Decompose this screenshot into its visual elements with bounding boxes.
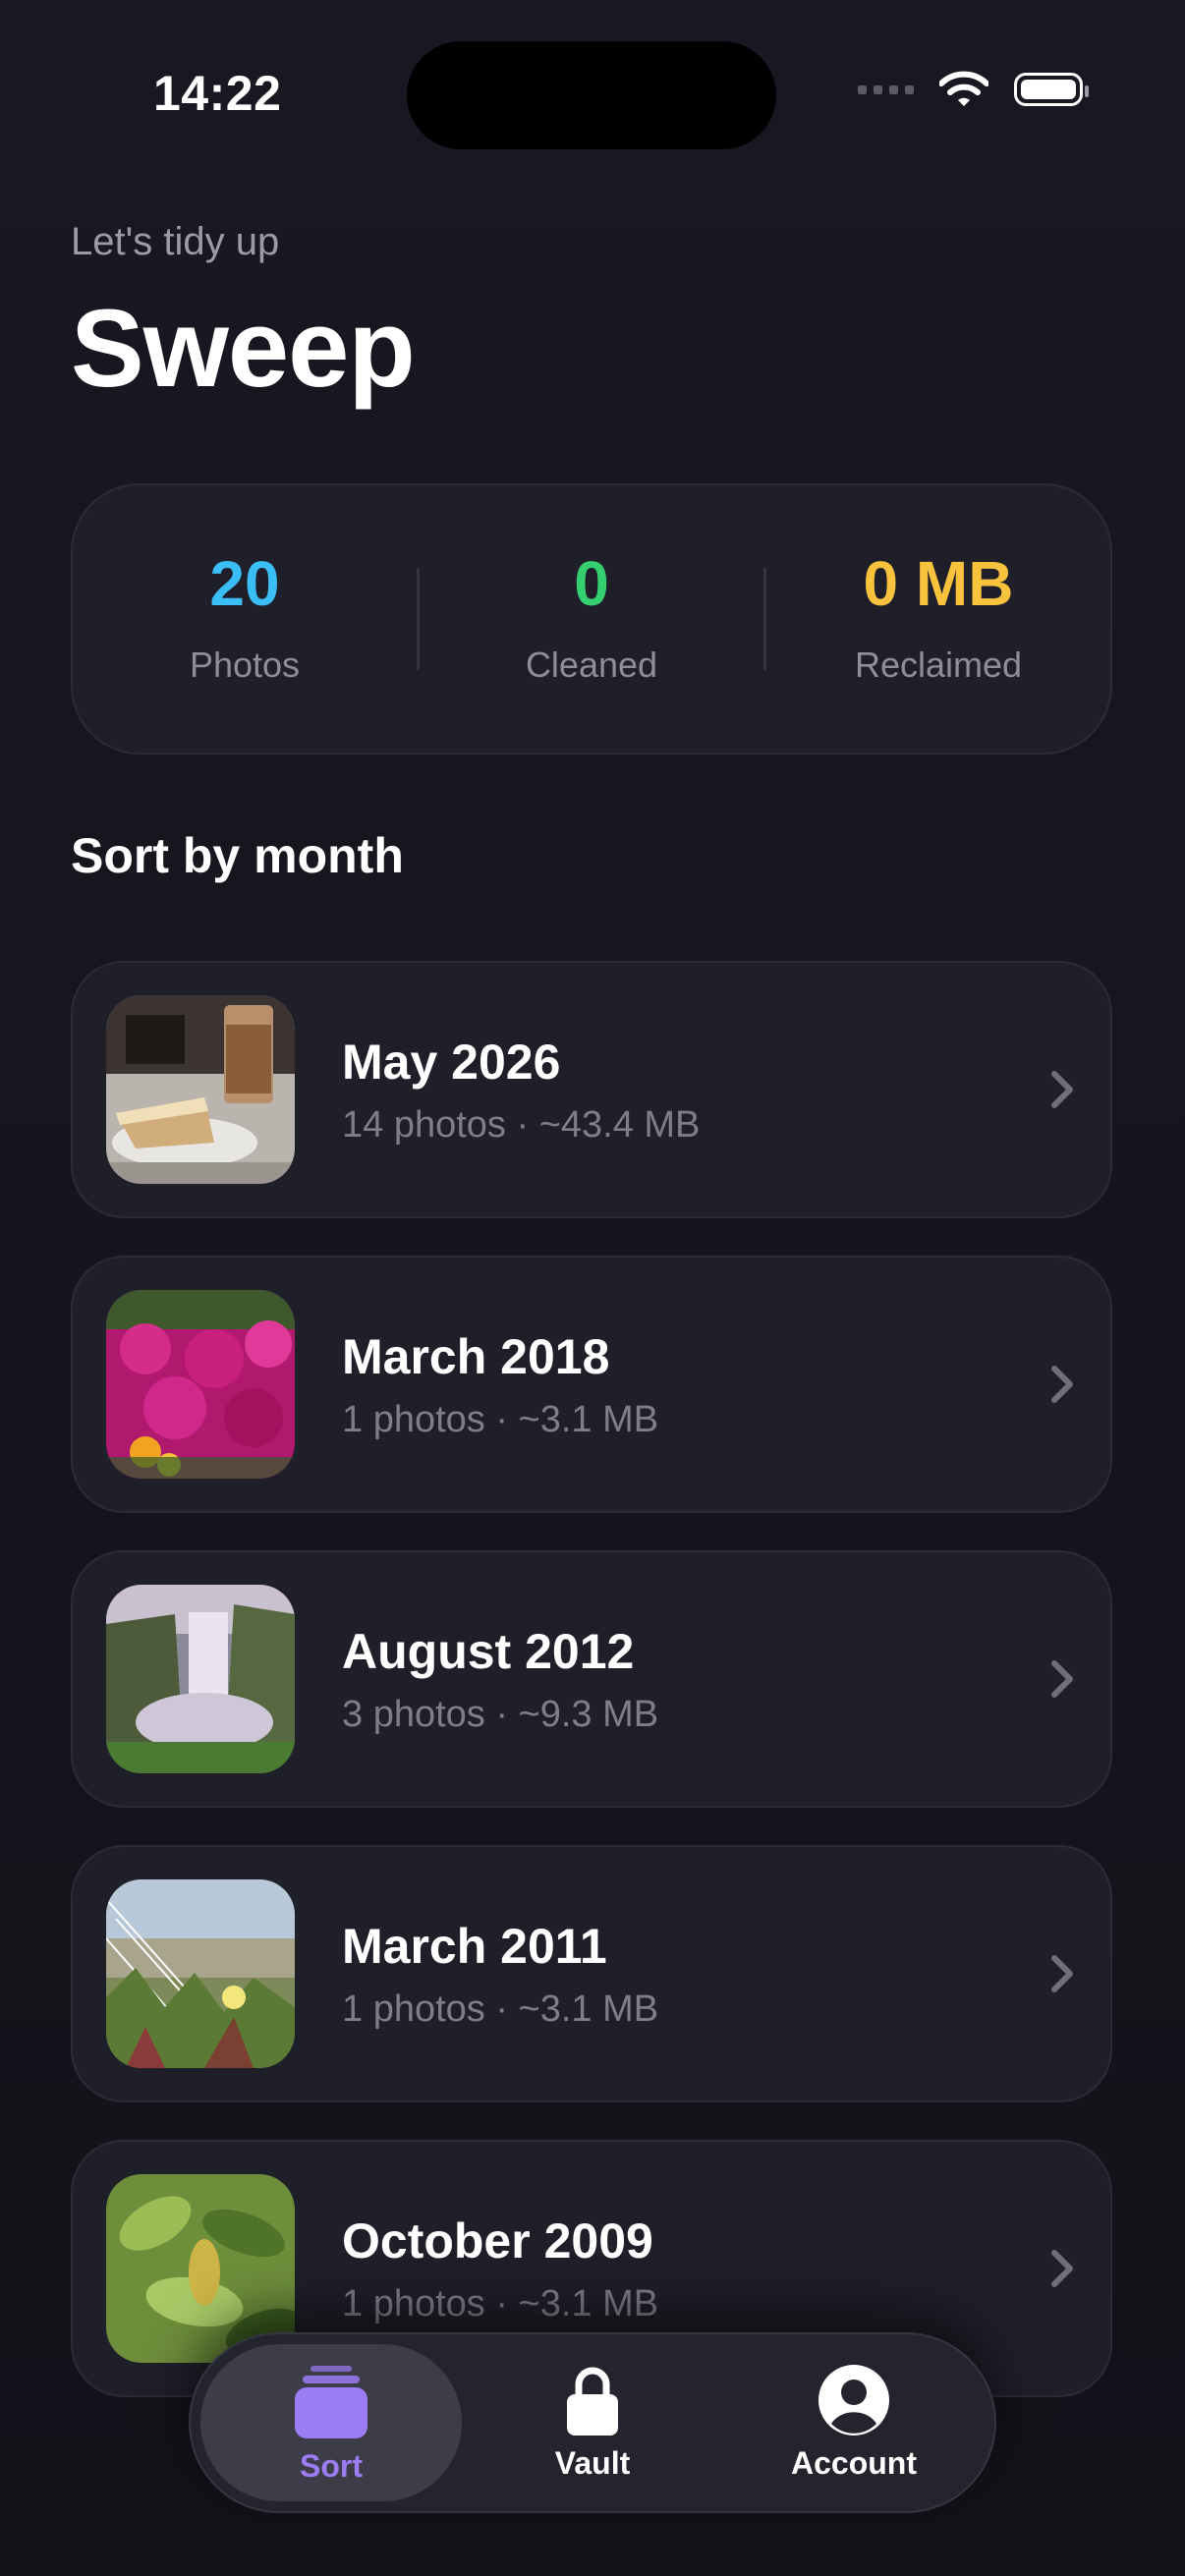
tab-label: Account bbox=[791, 2444, 917, 2481]
stat-value: 0 MB bbox=[863, 548, 1014, 619]
account-icon bbox=[818, 2364, 889, 2436]
month-list: May 2026 14 photos · ~43.4 MB March 2018 bbox=[71, 961, 1112, 2435]
month-card-march-2018[interactable]: March 2018 1 photos · ~3.1 MB bbox=[71, 1256, 1112, 1513]
tab-label: Vault bbox=[554, 2444, 631, 2481]
month-title: March 2018 bbox=[342, 1328, 610, 1384]
stat-label: Photos bbox=[189, 644, 301, 685]
chevron-right-icon bbox=[1051, 2250, 1073, 2287]
month-title: August 2012 bbox=[342, 1623, 635, 1679]
tab-account[interactable]: Account bbox=[723, 2344, 985, 2501]
month-meta: 14 photos · ~43.4 MB bbox=[342, 1103, 701, 1146]
chevron-right-icon bbox=[1051, 1071, 1073, 1108]
month-thumbnail bbox=[106, 1585, 295, 1773]
stat-label: Reclaimed bbox=[854, 644, 1023, 685]
month-thumbnail bbox=[106, 1290, 295, 1479]
stat-photos: 20 Photos bbox=[73, 552, 417, 686]
month-title: October 2009 bbox=[342, 2212, 653, 2268]
month-title: March 2011 bbox=[342, 1918, 607, 1974]
month-card-may-2026[interactable]: May 2026 14 photos · ~43.4 MB bbox=[71, 961, 1112, 1218]
battery-icon bbox=[1014, 73, 1089, 106]
page-title: Sweep bbox=[71, 287, 416, 410]
month-thumbnail bbox=[106, 1879, 295, 2068]
stat-reclaimed: 0 MB Reclaimed bbox=[766, 552, 1110, 686]
tab-bar: Sort Vault Account bbox=[189, 2332, 996, 2513]
page-subtitle: Let's tidy up bbox=[71, 220, 280, 263]
section-title: Sort by month bbox=[71, 828, 404, 883]
month-card-august-2012[interactable]: August 2012 3 photos · ~9.3 MB bbox=[71, 1550, 1112, 1808]
tab-label: Sort bbox=[300, 2447, 363, 2484]
stat-label: Cleaned bbox=[525, 644, 658, 685]
month-thumbnail bbox=[106, 995, 295, 1184]
month-title: May 2026 bbox=[342, 1034, 561, 1090]
lock-icon bbox=[567, 2367, 618, 2436]
tab-sort[interactable]: Sort bbox=[200, 2344, 462, 2501]
stat-value: 0 bbox=[574, 548, 609, 619]
stack-icon bbox=[295, 2365, 367, 2438]
status-icons bbox=[858, 71, 1089, 108]
stat-cleaned: 0 Cleaned bbox=[420, 552, 763, 686]
month-meta: 1 photos · ~3.1 MB bbox=[342, 1398, 659, 1440]
stats-card: 20 Photos 0 Cleaned 0 MB Reclaimed bbox=[71, 483, 1112, 755]
month-meta: 1 photos · ~3.1 MB bbox=[342, 1988, 659, 2030]
chevron-right-icon bbox=[1051, 1366, 1073, 1403]
month-meta: 3 photos · ~9.3 MB bbox=[342, 1693, 659, 1735]
month-card-march-2011[interactable]: March 2011 1 photos · ~3.1 MB bbox=[71, 1845, 1112, 2102]
tab-vault[interactable]: Vault bbox=[462, 2344, 723, 2501]
status-time: 14:22 bbox=[153, 66, 282, 121]
cellular-signal-icon bbox=[858, 84, 914, 94]
month-meta: 1 photos · ~3.1 MB bbox=[342, 2282, 659, 2324]
dynamic-island bbox=[407, 41, 776, 149]
chevron-right-icon bbox=[1051, 1955, 1073, 1992]
chevron-right-icon bbox=[1051, 1660, 1073, 1698]
wifi-icon bbox=[939, 71, 988, 106]
stat-value: 20 bbox=[209, 548, 280, 619]
